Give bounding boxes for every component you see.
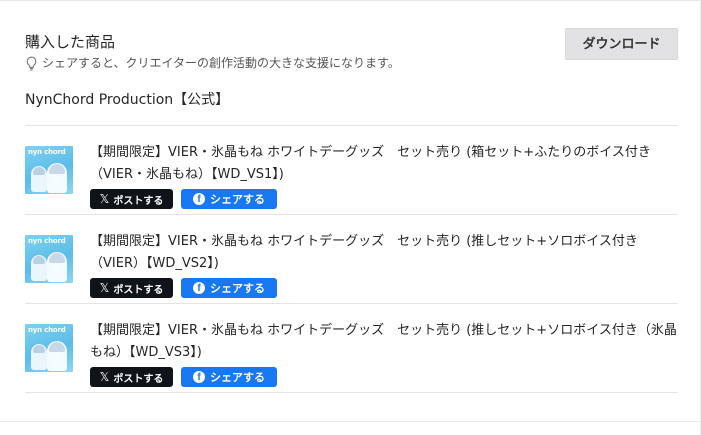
thumbnail-figure bbox=[33, 345, 45, 353]
thumbnail-figure bbox=[49, 253, 65, 263]
share-hint: シェアすると、クリエイターの創作活動の大きな支援になります。 bbox=[25, 54, 400, 72]
x-post-label: ポストする bbox=[113, 373, 164, 385]
facebook-share-label: シェアする bbox=[210, 193, 265, 206]
thumbnail-figure bbox=[49, 342, 65, 352]
share-buttons: 𝕏 ポストする f シェアする bbox=[90, 189, 277, 209]
share-hint-text: シェアすると、クリエイターの創作活動の大きな支援になります。 bbox=[42, 56, 400, 70]
x-post-label: ポストする bbox=[113, 195, 164, 207]
x-post-button[interactable]: 𝕏 ポストする bbox=[90, 278, 173, 298]
x-post-label: ポストする bbox=[113, 284, 164, 296]
facebook-share-label: シェアする bbox=[210, 282, 265, 295]
thumbnail-logo: nyn chord bbox=[28, 148, 66, 156]
product-title[interactable]: 【期間限定】VIER・氷晶もね ホワイトデーグッズ セット売り (推しセット+ソ… bbox=[90, 231, 678, 275]
product-thumbnail[interactable]: nyn chord bbox=[25, 324, 73, 372]
facebook-logo-icon: f bbox=[193, 371, 205, 383]
x-post-button[interactable]: 𝕏 ポストする bbox=[90, 189, 173, 209]
bottom-divider bbox=[0, 421, 701, 422]
x-logo-icon: 𝕏 bbox=[99, 192, 110, 206]
lightbulb-icon bbox=[26, 56, 37, 71]
product-thumbnail[interactable]: nyn chord bbox=[25, 235, 73, 283]
facebook-logo-icon: f bbox=[193, 193, 205, 205]
purchased-items-list: nyn chord 【期間限定】VIER・氷晶もね ホワイトデーグッズ セット売… bbox=[25, 125, 678, 393]
shop-name: NynChord Production【公式】 bbox=[25, 92, 230, 108]
thumbnail-figure bbox=[33, 256, 45, 264]
facebook-share-button[interactable]: f シェアする bbox=[181, 189, 277, 209]
x-logo-icon: 𝕏 bbox=[99, 281, 110, 295]
thumbnail-logo: nyn chord bbox=[28, 326, 66, 334]
thumbnail-logo: nyn chord bbox=[28, 237, 66, 245]
facebook-share-button[interactable]: f シェアする bbox=[181, 367, 277, 387]
product-title[interactable]: 【期間限定】VIER・氷晶もね ホワイトデーグッズ セット売り (箱セット+ふた… bbox=[90, 142, 678, 186]
page-title: 購入した商品 bbox=[25, 33, 116, 51]
list-item: nyn chord 【期間限定】VIER・氷晶もね ホワイトデーグッズ セット売… bbox=[25, 215, 678, 303]
thumbnail-figure bbox=[33, 167, 45, 175]
facebook-share-label: シェアする bbox=[210, 371, 265, 384]
facebook-share-button[interactable]: f シェアする bbox=[181, 278, 277, 298]
thumbnail-figure bbox=[49, 164, 65, 174]
top-divider bbox=[0, 0, 701, 1]
share-buttons: 𝕏 ポストする f シェアする bbox=[90, 367, 277, 387]
list-item: nyn chord 【期間限定】VIER・氷晶もね ホワイトデーグッズ セット売… bbox=[25, 304, 678, 392]
list-item: nyn chord 【期間限定】VIER・氷晶もね ホワイトデーグッズ セット売… bbox=[25, 126, 678, 214]
purchased-header: 購入した商品 シェアすると、クリエイターの創作活動の大きな支援になります。 ダウ… bbox=[25, 28, 680, 76]
share-buttons: 𝕏 ポストする f シェアする bbox=[90, 278, 277, 298]
x-post-button[interactable]: 𝕏 ポストする bbox=[90, 367, 173, 387]
download-button[interactable]: ダウンロード bbox=[565, 28, 678, 60]
product-thumbnail[interactable]: nyn chord bbox=[25, 146, 73, 194]
x-logo-icon: 𝕏 bbox=[99, 370, 110, 384]
list-divider bbox=[25, 392, 678, 393]
facebook-logo-icon: f bbox=[193, 282, 205, 294]
product-title[interactable]: 【期間限定】VIER・氷晶もね ホワイトデーグッズ セット売り (推しセット+ソ… bbox=[90, 320, 678, 364]
